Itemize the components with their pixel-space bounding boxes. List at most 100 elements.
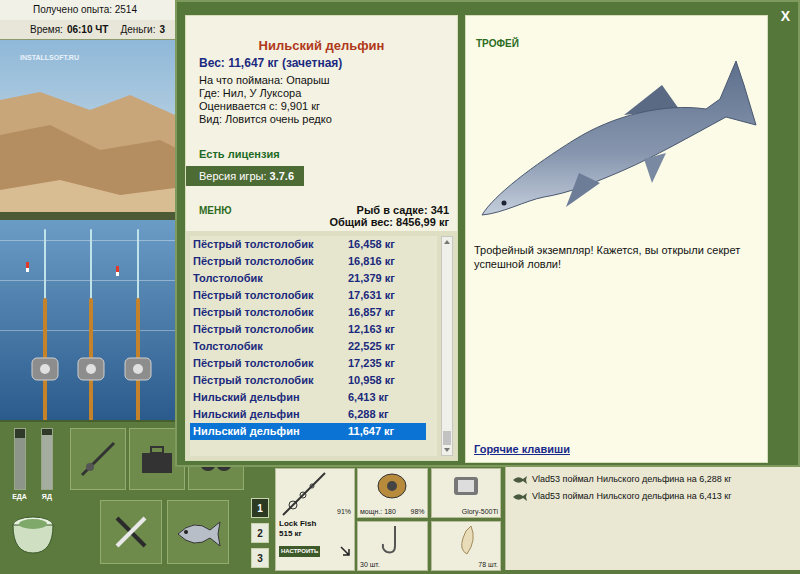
catch-row[interactable]: Пёстрый толстолобик17,235 кг (190, 355, 426, 372)
rod-set-label: 1 (257, 501, 263, 516)
catch-row[interactable]: Пёстрый толстолобик12,163 кг (190, 321, 426, 338)
food-meter-fill (15, 438, 25, 489)
rod-slot[interactable]: 91% Lock Fish 515 кг НАСТРОИТЬ (275, 468, 355, 571)
catch-list[interactable]: Пёстрый толстолобик16,458 кгПёстрый толс… (190, 236, 437, 456)
fish-info: Нильский дельфин Вес: 11,647 кг (зачетна… (186, 16, 457, 231)
action-row (65, 500, 245, 564)
hook-icon (377, 524, 407, 556)
meter: ЯД (41, 428, 53, 503)
rods-button[interactable] (70, 428, 126, 490)
scroll-down-icon[interactable] (442, 445, 452, 455)
meters-column: ЕДА ЯД (0, 422, 65, 574)
catch-name: Пёстрый толстолобик (190, 253, 348, 270)
menu-button[interactable]: МЕНЮ (199, 203, 232, 218)
info-panel: Нильский дельфин Вес: 11,647 кг (зачетна… (185, 15, 458, 461)
poison-meter-fill (42, 435, 52, 489)
catch-name: Пёстрый толстолобик (190, 236, 348, 253)
fish-icon (512, 475, 528, 485)
catch-row[interactable]: Нильский дельфин6,288 кг (190, 406, 426, 423)
reel-slot[interactable]: мощн.: 180 98% (357, 468, 428, 518)
keepnet-totals: Рыб в садке: 341 Общий вес: 8456,99 кг (329, 204, 449, 228)
fish-detail: Оценивается с: 9,901 кг (199, 100, 457, 113)
tackle-box-icon (137, 439, 177, 479)
catch-weight: 6,288 кг (348, 406, 389, 423)
catch-row[interactable]: Пёстрый толстолобик16,816 кг (190, 253, 426, 270)
bait-pot-icon[interactable] (8, 511, 58, 557)
reel-condition: 98% (410, 507, 424, 518)
line-name: Glory-500Ti (434, 507, 499, 518)
catch-row[interactable]: Толстолобик21,379 кг (190, 270, 426, 287)
bait-slot[interactable]: 78 шт. (431, 521, 502, 571)
time-label: Время: (30, 22, 63, 37)
experience: Получено опыта: 2514 (33, 2, 137, 17)
money-value: 3 (159, 22, 165, 37)
catch-row[interactable]: Пёстрый толстолобик16,458 кг (190, 236, 426, 253)
scroll-up-icon[interactable] (442, 237, 452, 247)
keepnet-button[interactable] (167, 500, 229, 564)
catch-name: Нильский дельфин (190, 423, 348, 440)
catch-row[interactable]: Толстолобик22,525 кг (190, 338, 426, 355)
catch-row[interactable]: Пёстрый толстолобик17,631 кг (190, 287, 426, 304)
hook-count: 30 шт. (360, 560, 425, 571)
catch-list-area: Пёстрый толстолобик16,458 кгПёстрый толс… (186, 231, 457, 460)
catch-row[interactable]: Пёстрый толстолобик10,958 кг (190, 372, 426, 389)
rod-set-label: 2 (257, 526, 263, 541)
maggot-icon (451, 524, 481, 556)
rod-set-button[interactable]: 1 (251, 498, 269, 518)
keepnet-weight: Общий вес: 8456,99 кг (329, 216, 449, 228)
keepnet-count: Рыб в садке: 341 (357, 204, 449, 216)
version-label: Версия игры: (199, 170, 266, 182)
arrow-icon[interactable] (339, 545, 351, 557)
hotkeys-link[interactable]: Горячие клавиши (466, 441, 767, 463)
close-button[interactable]: X (781, 6, 790, 27)
catch-name: Толстолобик (190, 270, 348, 287)
rod-set-label: 3 (257, 551, 263, 566)
catch-weight: 22,525 кг (348, 338, 395, 355)
catch-weight: 10,958 кг (348, 372, 395, 389)
catch-weight: 21,379 кг (348, 270, 395, 287)
rod-set-button[interactable]: 3 (251, 548, 269, 568)
catch-name: Толстолобик (190, 338, 348, 355)
tackle-grid: мощн.: 180 98% Glory-500Ti 30 шт. 78 шт. (357, 468, 501, 571)
fish-icon (512, 492, 528, 502)
money-label: Деньги: (120, 22, 155, 37)
trophy-panel: ТРОФЕЙ Трофейный экземпляр! Кажется, вы … (465, 15, 768, 463)
rod-set-button[interactable]: 2 (251, 523, 269, 543)
catch-weight: 17,631 кг (348, 287, 395, 304)
catch-row[interactable]: Нильский дельфин6,413 кг (190, 389, 426, 406)
catch-row[interactable]: Нильский дельфин11,647 кг (190, 423, 426, 440)
line-slot[interactable]: Glory-500Ti (431, 468, 502, 518)
version-box: Версия игры: 3.7.6 (186, 166, 304, 187)
rod-icon (279, 471, 329, 519)
rod-icon (78, 439, 118, 479)
reel-power: мощн.: 180 (360, 507, 396, 518)
watermark: INSTALLSOFT.RU (20, 53, 79, 64)
reel-icon (370, 471, 414, 501)
rod-top: 91% (279, 471, 351, 519)
time-value: 06:10 ЧТ (67, 22, 109, 37)
nile-dolphin-fish-icon (474, 55, 759, 235)
scrollbar-thumb[interactable] (443, 431, 451, 445)
hook-slot[interactable]: 30 шт. (357, 521, 428, 571)
catch-name: Нильский дельфин (190, 406, 348, 423)
fish-details: На что поймана: ОпарышГде: Нил, У Луксор… (186, 74, 457, 126)
catch-name: Пёстрый толстолобик (190, 355, 348, 372)
catch-dialog: X Нильский дельфин Вес: 11,647 кг (зачет… (175, 0, 800, 467)
catch-weight: 16,816 кг (348, 253, 395, 270)
catch-row[interactable]: Пёстрый толстолобик16,857 кг (190, 304, 426, 321)
catch-weight: 6,413 кг (348, 389, 389, 406)
catch-name: Пёстрый толстолобик (190, 321, 348, 338)
catch-name: Пёстрый толстолобик (190, 372, 348, 389)
scrollbar-track[interactable] (441, 236, 453, 456)
catch-weight: 11,647 кг (348, 423, 394, 440)
line-spool-icon (446, 471, 486, 501)
log-text: Vlad53 поймал Нильского дельфина на 6,41… (532, 490, 732, 504)
poison-meter-track (41, 428, 53, 490)
setup-button[interactable]: НАСТРОИТЬ (279, 546, 320, 557)
trophy-label: ТРОФЕЙ (466, 16, 767, 51)
food-button[interactable] (100, 500, 162, 564)
rod-name: Lock Fish (279, 519, 351, 529)
fish-weight: Вес: 11,647 кг (зачетная) (186, 55, 457, 71)
catch-name: Пёстрый толстолобик (190, 287, 348, 304)
fish-detail: Где: Нил, У Луксора (199, 87, 457, 100)
